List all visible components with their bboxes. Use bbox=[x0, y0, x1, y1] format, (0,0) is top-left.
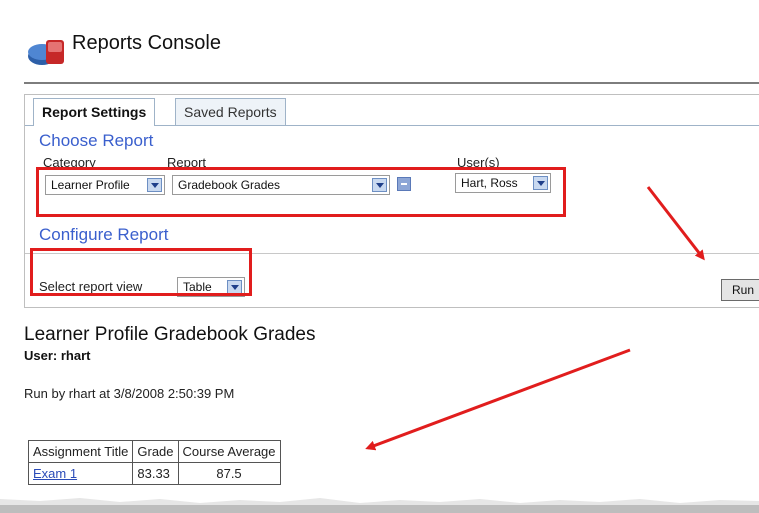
highlight-report-selectors bbox=[36, 167, 566, 217]
torn-edge bbox=[0, 498, 759, 513]
grades-header-row: Assignment Title Grade Course Average bbox=[27, 440, 281, 463]
tab-saved-reports[interactable]: Saved Reports bbox=[175, 98, 286, 125]
grades-table: Assignment Title Grade Course Average Ex… bbox=[27, 440, 281, 485]
assignment-cell: Exam 1 bbox=[27, 462, 134, 485]
run-button[interactable]: Run bbox=[721, 279, 759, 301]
header-grade: Grade bbox=[132, 440, 179, 463]
tab-report-settings[interactable]: Report Settings bbox=[33, 98, 156, 126]
reports-console-icon bbox=[28, 40, 64, 65]
console-title: Reports Console bbox=[72, 32, 221, 54]
tab-bar: Report Settings Saved Reports bbox=[25, 95, 759, 126]
report-user: User: rhart bbox=[24, 348, 91, 363]
report-run-by: Run by rhart at 3/8/2008 2:50:39 PM bbox=[24, 386, 235, 401]
header-assignment-title: Assignment Title bbox=[27, 440, 134, 463]
report-title: Learner Profile Gradebook Grades bbox=[24, 324, 316, 345]
header-divider bbox=[24, 82, 759, 84]
table-row: Exam 1 83.33 87.5 bbox=[27, 462, 281, 485]
header-course-average: Course Average bbox=[177, 440, 281, 463]
assignment-link[interactable]: Exam 1 bbox=[33, 466, 77, 481]
grade-cell: 83.33 bbox=[132, 462, 179, 485]
highlight-report-view bbox=[30, 248, 252, 296]
console-header: Reports Console bbox=[14, 12, 759, 84]
average-cell: 87.5 bbox=[177, 462, 281, 485]
choose-report-heading: Choose Report bbox=[39, 131, 154, 150]
configure-report-heading: Configure Report bbox=[39, 225, 169, 244]
